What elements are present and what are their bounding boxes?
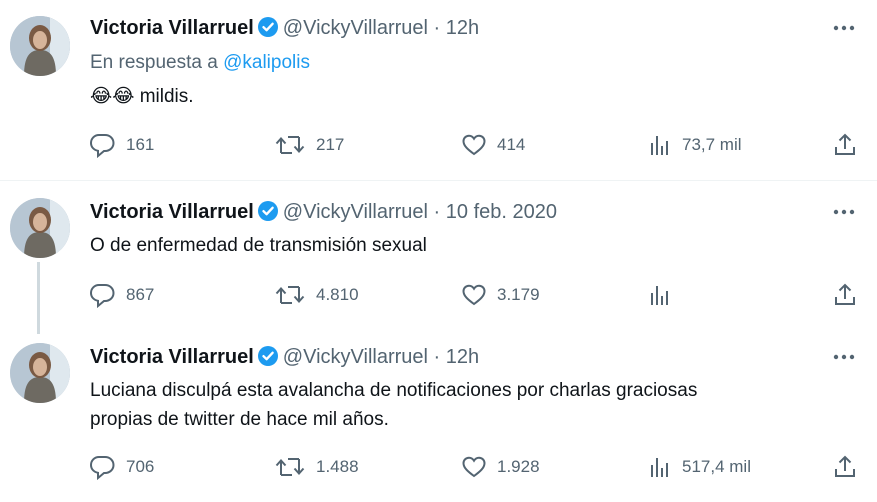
- tweet-text: O de enfermedad de transmisión sexual: [90, 235, 427, 256]
- retweet-button[interactable]: 1.488: [274, 452, 359, 482]
- timestamp[interactable]: 12h: [446, 17, 479, 39]
- avatar[interactable]: [10, 198, 70, 258]
- heart-icon: [462, 456, 486, 478]
- more-options-icon[interactable]: [831, 18, 857, 38]
- views-button[interactable]: 517,4 mil: [648, 452, 751, 482]
- tweet-2[interactable]: Victoria Villarruel @VickyVillarruel · 10…: [0, 198, 877, 328]
- reply-icon: [89, 134, 115, 158]
- views-button[interactable]: 73,7 mil: [648, 130, 742, 160]
- more-options-icon[interactable]: [831, 202, 857, 222]
- tweet-text-line-1: Luciana disculpá esta avalancha de notif…: [90, 380, 698, 401]
- tweet-text-content: mildis.: [139, 86, 194, 107]
- verified-badge-icon: [257, 345, 279, 373]
- author-name[interactable]: Victoria Villarruel: [90, 201, 254, 223]
- share-button[interactable]: [833, 280, 867, 310]
- verified-badge-icon: [257, 200, 279, 228]
- retweet-count: 1.488: [316, 457, 359, 476]
- reply-context: En respuesta a @kalipolis: [90, 48, 310, 77]
- action-bar: 706 1.488 1.928 517,4 mil: [0, 452, 877, 482]
- author-handle[interactable]: @VickyVillarruel: [283, 346, 428, 368]
- tweet-header: Victoria Villarruel @VickyVillarruel · 12…: [90, 16, 479, 44]
- divider: [0, 180, 877, 181]
- reply-button[interactable]: 867: [88, 280, 154, 310]
- retweet-count: 4.810: [316, 285, 359, 304]
- share-icon: [835, 133, 855, 155]
- analytics-icon: [651, 458, 668, 477]
- action-bar: 867 4.810 3.179: [0, 280, 877, 310]
- author-handle[interactable]: @VickyVillarruel: [283, 201, 428, 223]
- timestamp[interactable]: 12h: [446, 346, 479, 368]
- tweet-text: 😂😂 mildis.: [90, 82, 194, 111]
- like-button[interactable]: 3.179: [461, 280, 540, 310]
- action-bar: 161 217 414 73,7 mil: [0, 130, 877, 160]
- share-button[interactable]: [833, 452, 867, 482]
- heart-icon: [462, 284, 486, 306]
- analytics-icon: [651, 286, 668, 305]
- separator-dot: ·: [433, 17, 441, 39]
- share-icon: [835, 455, 855, 477]
- tweet-header: Victoria Villarruel @VickyVillarruel · 12…: [90, 345, 479, 373]
- retweet-button[interactable]: 217: [274, 130, 344, 160]
- tweet-1[interactable]: Victoria Villarruel @VickyVillarruel · 12…: [0, 14, 877, 178]
- author-handle[interactable]: @VickyVillarruel: [283, 17, 428, 39]
- reply-count: 706: [126, 457, 155, 476]
- views-button[interactable]: [648, 280, 682, 310]
- like-button[interactable]: 1.928: [461, 452, 540, 482]
- reply-count: 161: [126, 135, 155, 154]
- analytics-icon: [651, 136, 668, 155]
- avatar[interactable]: [10, 343, 70, 403]
- retweet-icon: [275, 458, 305, 476]
- separator-dot: ·: [433, 201, 441, 223]
- reply-count: 867: [126, 285, 155, 304]
- timestamp[interactable]: 10 feb. 2020: [446, 201, 557, 223]
- reply-button[interactable]: 161: [88, 130, 154, 160]
- share-button[interactable]: [833, 130, 867, 160]
- view-count: 73,7 mil: [682, 135, 742, 154]
- reply-prefix: En respuesta a: [90, 52, 218, 73]
- retweet-icon: [275, 286, 305, 304]
- like-count: 3.179: [497, 285, 540, 304]
- thread-connector-line: [37, 262, 40, 334]
- tweet-header: Victoria Villarruel @VickyVillarruel · 10…: [90, 200, 557, 228]
- retweet-icon: [275, 136, 305, 154]
- reply-mention-link[interactable]: @kalipolis: [223, 52, 310, 73]
- author-name[interactable]: Victoria Villarruel: [90, 17, 254, 39]
- reply-icon: [89, 456, 115, 480]
- avatar[interactable]: [10, 16, 70, 76]
- like-button[interactable]: 414: [461, 130, 525, 160]
- tweet-text: Luciana disculpá esta avalancha de notif…: [90, 376, 697, 434]
- retweet-button[interactable]: 4.810: [274, 280, 359, 310]
- reply-button[interactable]: 706: [88, 452, 154, 482]
- separator-dot: ·: [433, 346, 441, 368]
- author-name[interactable]: Victoria Villarruel: [90, 346, 254, 368]
- tweet-text-line-2: propias de twitter de hace mil años.: [90, 409, 389, 430]
- view-count: 517,4 mil: [682, 457, 751, 476]
- like-count: 414: [497, 135, 526, 154]
- retweet-count: 217: [316, 135, 345, 154]
- emoji: 😂😂: [90, 86, 135, 107]
- reply-icon: [89, 284, 115, 308]
- verified-badge-icon: [257, 16, 279, 44]
- like-count: 1.928: [497, 457, 540, 476]
- share-icon: [835, 283, 855, 305]
- tweet-3[interactable]: Victoria Villarruel @VickyVillarruel · 12…: [0, 343, 877, 493]
- more-options-icon[interactable]: [831, 347, 857, 367]
- heart-icon: [462, 134, 486, 156]
